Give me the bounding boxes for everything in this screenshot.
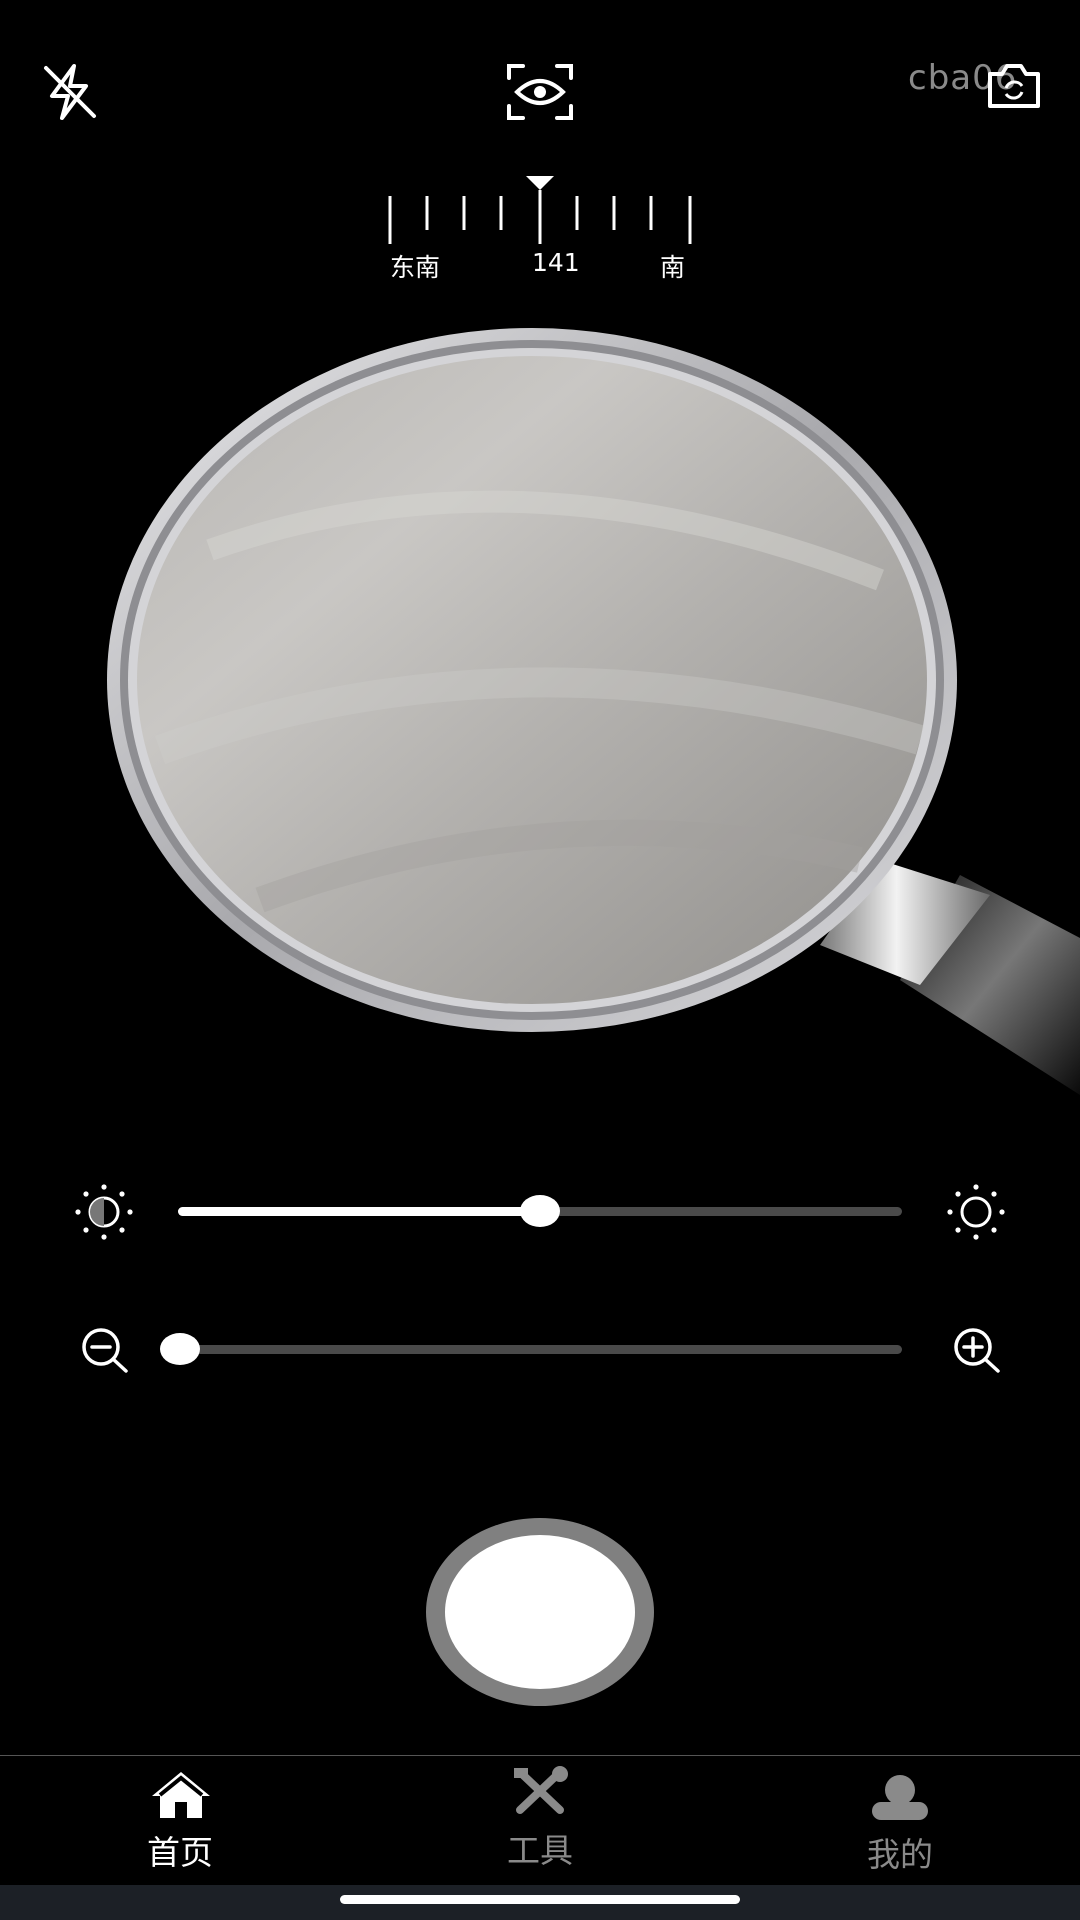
flash-off-icon[interactable]	[38, 60, 100, 122]
tab-profile-label: 我的	[867, 1835, 933, 1874]
zoom-out-icon[interactable]	[76, 1325, 134, 1375]
tab-home-label: 首页	[147, 1833, 213, 1872]
eye-scan-icon[interactable]	[505, 62, 575, 122]
compass-left-label: 东南	[390, 253, 441, 282]
brightness-slider[interactable]	[178, 1195, 902, 1227]
brightness-slider-thumb[interactable]	[520, 1195, 560, 1227]
home-indicator[interactable]	[340, 1895, 740, 1904]
tools-icon	[510, 1766, 570, 1818]
compass-ruler	[380, 170, 700, 250]
brightness-high-icon	[942, 1183, 1010, 1241]
home-icon	[148, 1768, 214, 1820]
profile-icon	[870, 1772, 930, 1822]
zoom-slider-thumb[interactable]	[160, 1333, 200, 1365]
zoom-in-icon[interactable]	[948, 1325, 1006, 1375]
shutter-inner	[445, 1535, 635, 1689]
brightness-low-icon	[70, 1183, 138, 1241]
tab-tools-label: 工具	[507, 1831, 573, 1870]
switch-camera-icon[interactable]	[984, 60, 1044, 112]
system-nav-bar	[0, 1885, 1080, 1920]
tab-profile[interactable]: 我的	[800, 1756, 1000, 1886]
shutter-button[interactable]	[426, 1518, 654, 1706]
zoom-slider[interactable]	[160, 1333, 902, 1365]
compass-heading-value: 141	[532, 248, 580, 277]
tab-tools[interactable]: 工具	[440, 1756, 640, 1886]
magnifier-viewport[interactable]	[0, 320, 1080, 1100]
compass-right-label: 南	[660, 253, 686, 282]
bottom-tab-bar: 首页 工具 我的	[0, 1755, 1080, 1886]
compass-pointer-icon	[526, 176, 554, 190]
brightness-slider-fill	[178, 1207, 540, 1216]
tab-home[interactable]: 首页	[80, 1756, 280, 1886]
